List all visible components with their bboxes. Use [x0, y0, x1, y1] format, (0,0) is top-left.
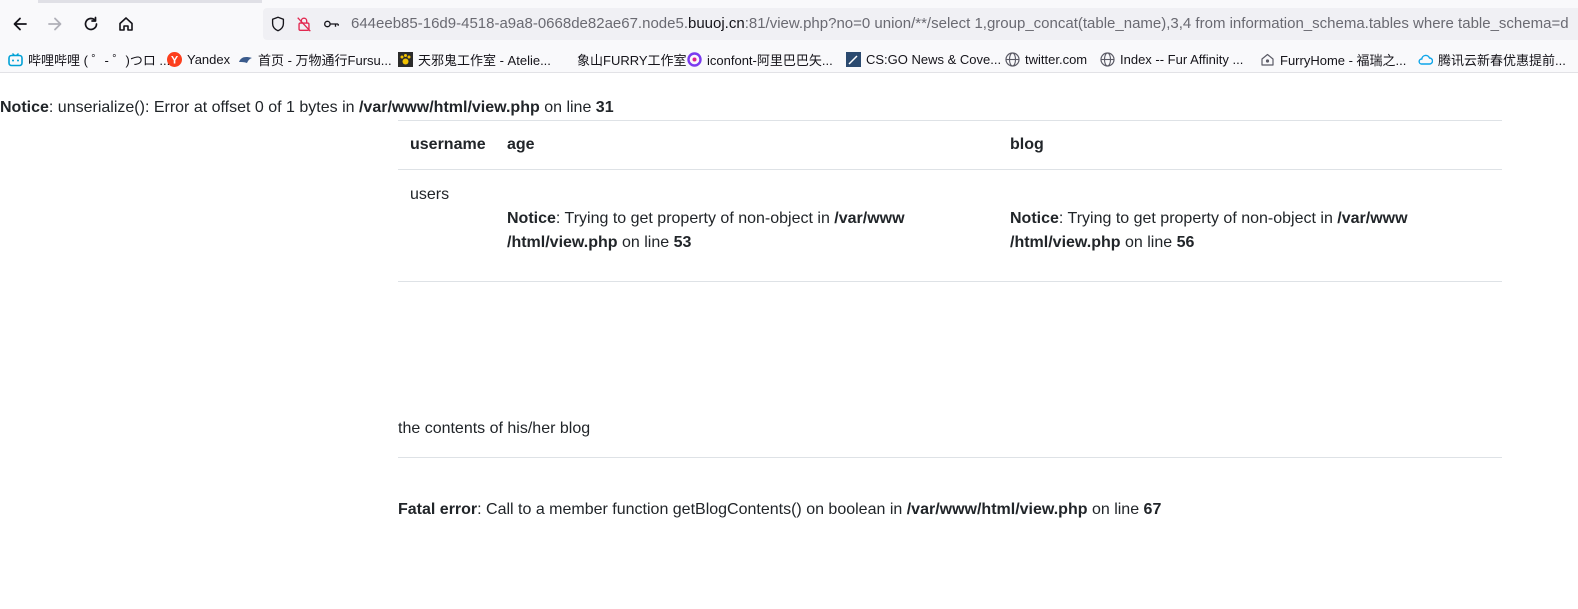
back-button[interactable]	[6, 10, 34, 38]
forward-button[interactable]	[41, 10, 69, 38]
header-divider	[398, 169, 1502, 170]
bilibili-icon	[8, 52, 23, 67]
bookmark-label: 象山FURRY工作室	[577, 52, 687, 68]
header-username: username	[410, 136, 486, 153]
browser-toolbar: 644eeb85-16d9-4518-a9a8-0668de82ae67.nod…	[0, 0, 1578, 46]
yandex-icon: Y	[167, 51, 182, 67]
notice-on-line: on line	[539, 99, 596, 116]
bookmark-furryhome[interactable]: FurryHome - 福瑞之...	[1260, 50, 1406, 68]
globe-icon	[1100, 51, 1115, 67]
notice-file: /html/view.php	[1010, 234, 1121, 251]
blog-contents-text: the contents of his/her blog	[398, 420, 591, 437]
insecure-connection-icon[interactable]	[294, 14, 314, 34]
notice-line-number: 53	[673, 234, 692, 251]
home-outline-icon	[1260, 52, 1275, 67]
notice-label: Notice	[0, 99, 49, 116]
notice-file: /var/www	[834, 210, 905, 227]
page-content: Notice: unserialize(): Error at offset 0…	[0, 73, 1578, 609]
bookmark-label: FurryHome - 福瑞之...	[1280, 52, 1407, 68]
url-host: buuoj.cn	[687, 15, 745, 32]
reload-button[interactable]	[77, 10, 105, 38]
bookmark-label: 哔哩哔哩 ( ゜- ゜)つロ ...	[28, 52, 171, 68]
fatal-message: : Call to a member function getBlogConte…	[477, 501, 907, 518]
bookmark-label: iconfont-阿里巴巴矢...	[707, 52, 833, 68]
bookmark-label: 天邪鬼工作室 - Atelie...	[418, 52, 551, 68]
forward-arrow-icon	[48, 17, 62, 31]
permissions-icon[interactable]	[321, 14, 341, 34]
url-suffix: :81/view.php?no=0 union/**/select 1,grou…	[744, 15, 1569, 32]
blog-notice-line1: Notice: Trying to get property of non-ob…	[1010, 207, 1408, 231]
globe-icon	[1005, 51, 1020, 67]
blog-cell: Notice: Trying to get property of non-ob…	[1010, 207, 1408, 255]
active-tab-edge[interactable]	[38, 0, 262, 3]
fatal-line-number: 67	[1143, 501, 1162, 518]
reload-icon	[84, 16, 98, 31]
address-bar[interactable]: 644eeb85-16d9-4518-a9a8-0668de82ae67.nod…	[263, 8, 1578, 40]
iconfont-icon	[687, 51, 702, 67]
notice-file: /var/www	[1337, 210, 1408, 227]
notice-message: : Trying to get property of non-object i…	[555, 210, 835, 227]
age-notice-line2: /html/view.php on line 53	[507, 231, 905, 255]
table-top-border	[398, 120, 1502, 121]
bookmark-label: 腾讯云新春优惠提前...	[1438, 52, 1566, 68]
fatal-on-line: on line	[1087, 501, 1144, 518]
notice-file: /html/view.php	[507, 234, 618, 251]
bookmark-label: 首页 - 万物通行Fursu...	[258, 52, 392, 68]
bookmark-bilibili[interactable]: 哔哩哔哩 ( ゜- ゜)つロ ...	[8, 50, 170, 68]
bookmark-furaffinity[interactable]: Index -- Fur Affinity ...	[1100, 50, 1243, 68]
bookmarks-toolbar: 哔哩哔哩 ( ゜- ゜)つロ ... Y Yandex 首页 - 万物通行Fur…	[0, 46, 1578, 73]
blog-notice-line2: /html/view.php on line 56	[1010, 231, 1408, 255]
username-cell: users	[410, 186, 450, 203]
cloud-icon	[1418, 52, 1433, 67]
notice-message: : unserialize(): Error at offset 0 of 1 …	[48, 99, 359, 116]
csgo-icon	[846, 51, 861, 67]
notice-line-number: 56	[1176, 234, 1195, 251]
bookmark-label: CS:GO News & Cove...	[866, 51, 1002, 67]
bookmark-label: Yandex	[187, 51, 231, 67]
bookmark-iconfont[interactable]: iconfont-阿里巴巴矢...	[687, 50, 833, 68]
fursuit-icon	[238, 52, 253, 67]
age-notice-line1: Notice: Trying to get property of non-ob…	[507, 207, 905, 231]
notice-message: : Trying to get property of non-object i…	[1058, 210, 1338, 227]
fatal-label: Fatal error	[398, 501, 478, 518]
table-bottom-border	[398, 281, 1502, 282]
paw-icon	[398, 51, 413, 67]
bookmark-yandex[interactable]: Y Yandex	[167, 50, 230, 68]
bookmark-tencent-cloud[interactable]: 腾讯云新春优惠提前...	[1418, 50, 1566, 68]
bookmark-xiangshan[interactable]: 象山FURRY工作室	[557, 50, 687, 68]
bookmark-fursuit[interactable]: 首页 - 万物通行Fursu...	[238, 50, 392, 68]
fatal-error: Fatal error: Call to a member function g…	[398, 501, 1161, 519]
notice-label: Notice	[507, 210, 556, 227]
url-prefix: 644eeb85-16d9-4518-a9a8-0668de82ae67.nod…	[351, 15, 688, 32]
bookmark-csgo[interactable]: CS:GO News & Cove...	[846, 50, 1001, 68]
home-icon	[119, 17, 133, 31]
notice-on-line: on line	[1120, 234, 1177, 251]
bookmark-atelier[interactable]: 天邪鬼工作室 - Atelie...	[398, 50, 551, 68]
notice-unserialize: Notice: unserialize(): Error at offset 0…	[0, 99, 614, 117]
bookmark-twitter[interactable]: twitter.com	[1005, 50, 1087, 68]
tracking-shield-icon[interactable]	[268, 14, 288, 34]
notice-file: /var/www/html/view.php	[358, 99, 540, 116]
fatal-file: /var/www/html/view.php	[906, 501, 1088, 518]
age-cell: Notice: Trying to get property of non-ob…	[507, 207, 905, 255]
url-text[interactable]: 644eeb85-16d9-4518-a9a8-0668de82ae67.nod…	[351, 14, 1569, 34]
bookmark-label: twitter.com	[1025, 51, 1088, 67]
blog-divider	[398, 457, 1502, 458]
bookmark-label: Index -- Fur Affinity ...	[1120, 51, 1244, 67]
notice-line-number: 31	[595, 99, 614, 116]
notice-on-line: on line	[617, 234, 674, 251]
blank-icon	[557, 52, 572, 67]
header-blog: blog	[1010, 136, 1044, 153]
svg-text:Y: Y	[171, 54, 179, 66]
header-age: age	[507, 136, 535, 153]
notice-label: Notice	[1010, 210, 1059, 227]
back-arrow-icon	[13, 17, 27, 31]
home-button[interactable]	[112, 10, 140, 38]
